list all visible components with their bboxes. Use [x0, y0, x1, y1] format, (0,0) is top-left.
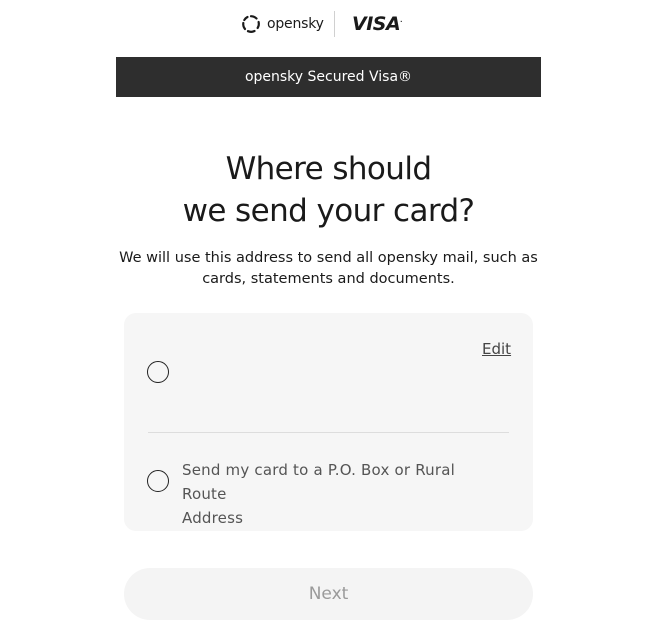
logo-header: opensky VISA.	[0, 0, 670, 56]
page-description: We will use this address to send all ope…	[116, 248, 541, 290]
visa-wordmark: VISA	[352, 13, 401, 35]
opensky-logo: opensky	[241, 13, 324, 35]
pobox-option-label[interactable]: Send my card to a P.O. Box or Rural Rout…	[182, 458, 502, 530]
address-options-card: Edit Send my card to a P.O. Box or Rural…	[124, 313, 533, 531]
pobox-address-radio[interactable]	[147, 470, 169, 492]
page-description-line2: cards, statements and documents.	[202, 271, 455, 287]
page-description-line1: We will use this address to send all ope…	[119, 250, 538, 266]
page-title-line2: we send your card?	[182, 193, 475, 229]
visa-mark: .	[400, 16, 402, 24]
pobox-option-label-line2: Address	[182, 509, 244, 527]
page-title-line1: Where should	[225, 151, 432, 187]
banner-text: opensky Secured Visa®	[244, 69, 413, 85]
visa-logo: VISA.	[352, 13, 402, 35]
home-address-radio[interactable]	[147, 361, 169, 383]
option-divider	[148, 432, 509, 433]
opensky-wordmark: opensky	[267, 16, 324, 32]
pobox-option-label-line1: Send my card to a P.O. Box or Rural Rout…	[182, 461, 455, 503]
page-title: Where should we send your card?	[116, 148, 541, 232]
edit-address-link[interactable]: Edit	[482, 340, 511, 358]
product-banner: opensky Secured Visa®	[116, 57, 541, 97]
next-button[interactable]: Next	[124, 568, 533, 620]
logo-divider	[334, 11, 335, 37]
opensky-sun-icon	[242, 15, 260, 33]
